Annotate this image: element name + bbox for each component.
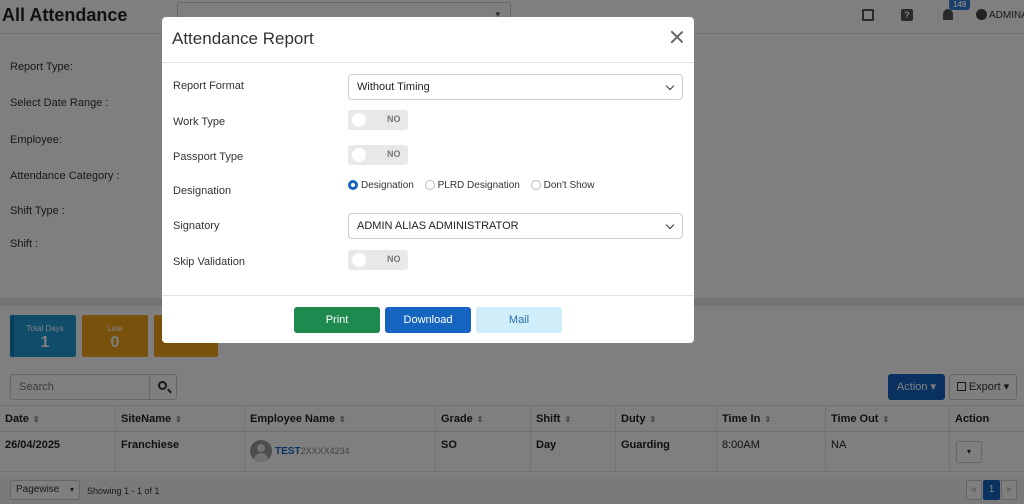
work-type-toggle[interactable]: NO: [348, 110, 408, 130]
modal-header: Attendance Report: [162, 17, 694, 63]
toggle-knob: [352, 253, 366, 267]
modal-footer-divider: [162, 295, 694, 296]
attendance-report-modal: Attendance Report Report Format Without …: [162, 17, 694, 343]
toggle-knob: [352, 113, 366, 127]
close-icon[interactable]: [670, 30, 684, 44]
passport-type-toggle[interactable]: NO: [348, 145, 408, 165]
report-format-label: Report Format: [173, 80, 244, 92]
chevron-down-icon: [665, 81, 675, 91]
toggle-label: NO: [387, 114, 401, 124]
radio-designation[interactable]: Designation: [348, 180, 414, 191]
designation-label: Designation: [173, 185, 232, 197]
download-button[interactable]: Download: [385, 307, 471, 333]
signatory-label: Signatory: [173, 220, 220, 232]
radio-plrd-designation[interactable]: PLRD Designation: [424, 180, 520, 191]
radio-dot: [424, 180, 435, 190]
report-format-select[interactable]: Without Timing: [348, 74, 683, 100]
radio-dot: [530, 180, 541, 190]
passport-type-label: Passport Type: [173, 151, 244, 163]
work-type-label: Work Type: [173, 116, 226, 128]
toggle-label: NO: [387, 149, 401, 159]
signatory-select[interactable]: ADMIN ALIAS ADMINISTRATOR: [348, 213, 683, 239]
skip-validation-label: Skip Validation: [173, 256, 245, 268]
report-format-value: Without Timing: [357, 81, 430, 93]
signatory-value: ADMIN ALIAS ADMINISTRATOR: [357, 220, 519, 232]
skip-validation-toggle[interactable]: NO: [348, 250, 408, 270]
toggle-knob: [352, 148, 366, 162]
print-button[interactable]: Print: [294, 307, 380, 333]
modal-title: Attendance Report: [172, 29, 314, 48]
toggle-label: NO: [387, 254, 401, 264]
chevron-down-icon: [665, 220, 675, 230]
radio-dot: [348, 180, 358, 190]
mail-button[interactable]: Mail: [476, 307, 562, 333]
designation-radio-group: Designation PLRD Designation Don't Show: [348, 180, 602, 191]
radio-dont-show[interactable]: Don't Show: [530, 180, 594, 191]
